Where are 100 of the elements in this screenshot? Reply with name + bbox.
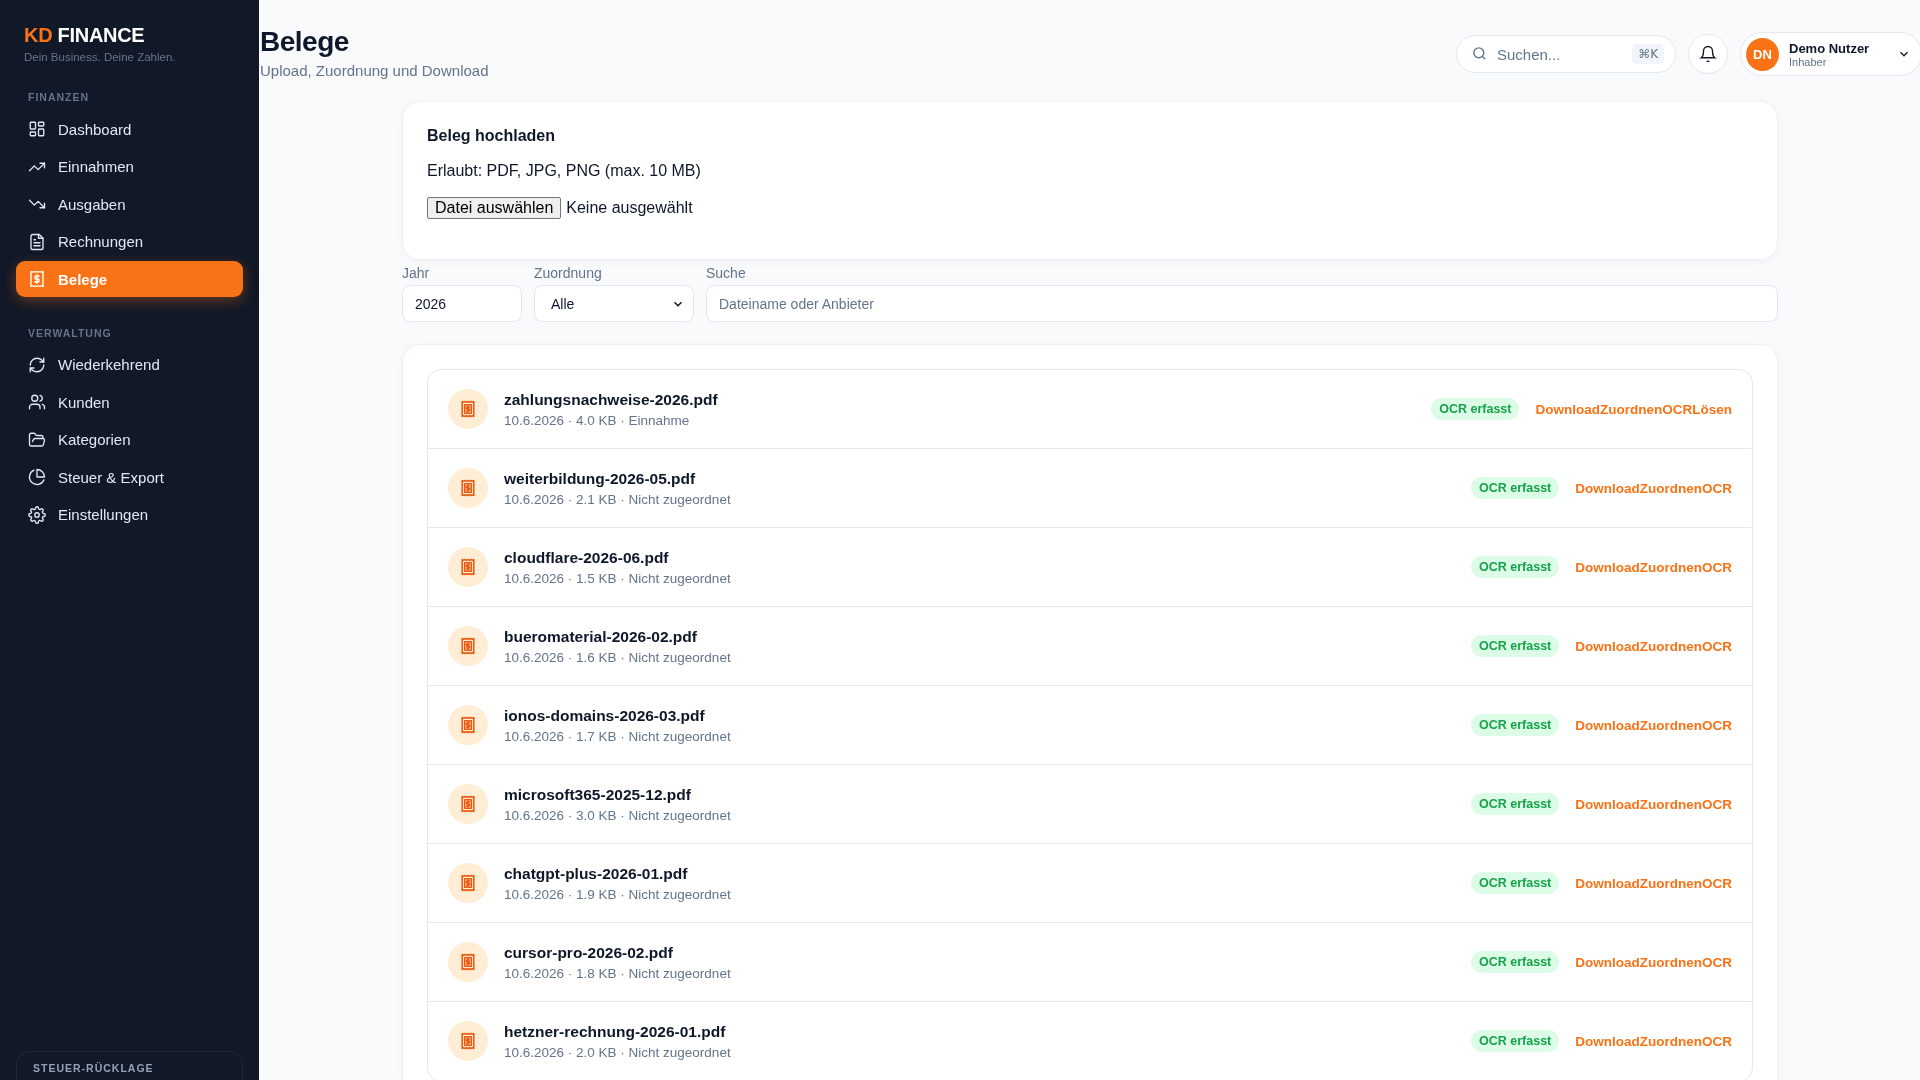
action-link[interactable]: OCR [1702,559,1732,575]
action-link[interactable]: OCR [1702,875,1732,891]
dashboard-icon [28,120,46,138]
file-name: chatgpt-plus-2026-01.pdf [504,864,689,883]
action-link[interactable]: Download [1575,796,1640,812]
nav-section-title: VERWALTUNG [27,326,113,339]
action-link[interactable]: Zuordnen [1639,717,1702,733]
action-link[interactable]: Zuordnen [1639,638,1702,654]
action-link[interactable]: Download [1575,480,1640,496]
sidebar-item[interactable]: Steuer & Export [16,459,243,495]
assignment-dropdown[interactable]: Alle [534,285,694,322]
file-name: hetzner-rechnung-2026-01.pdf [504,1022,727,1041]
file-name: microsoft365-2025-12.pdf [504,785,692,804]
receipt-icon [448,1021,488,1061]
shortcut-hint: ⌘K [1632,44,1664,64]
file-name: cursor-pro-2026-02.pdf [504,943,674,962]
pie-chart-icon [28,468,46,486]
bell-icon [1699,45,1717,63]
field-label: Jahr [402,265,430,281]
action-link[interactable]: Zuordnen [1639,796,1702,812]
receipt-icon [448,942,488,982]
status-badge: OCR erfasst [1471,556,1560,578]
action-link[interactable]: Download [1575,717,1640,733]
action-link[interactable]: OCR [1702,638,1732,654]
user-name: Demo Nutzer [1789,40,1871,56]
brand-logo: KD FINANCE [23,24,146,47]
action-link[interactable]: Download [1575,559,1640,575]
file-meta: 10.6.2026 · 1.6 KB · Nicht zugeordnet [504,649,732,665]
action-link[interactable]: Download [1535,401,1600,417]
action-link[interactable]: Zuordnen [1639,480,1702,496]
action-link[interactable]: Download [1575,1033,1640,1049]
settings-icon [28,505,46,524]
file-meta: 10.6.2026 · 3.0 KB · Nicht zugeordnet [504,807,732,823]
year-field[interactable]: 2026 [402,285,522,322]
users-icon [28,393,46,411]
action-link[interactable]: Download [1575,954,1640,970]
action-link[interactable]: Zuordnen [1600,401,1663,417]
status-badge: OCR erfasst [1471,793,1560,815]
action-link[interactable]: OCR [1662,401,1693,417]
action-link[interactable]: OCR [1702,954,1732,970]
receipt-icon [448,547,488,587]
sidebar-item[interactable]: Ausgaben [16,186,243,222]
field-label: Suche [706,265,746,281]
file-meta: 10.6.2026 · 1.7 KB · Nicht zugeordnet [504,728,732,744]
sidebar-item[interactable]: Einnahmen [16,148,243,185]
file-meta: 10.6.2026 · 1.5 KB · Nicht zugeordnet [504,570,732,586]
brand-tagline: Dein Business. Deine Zahlen. [23,51,177,63]
action-link[interactable]: Zuordnen [1639,559,1702,575]
notifications-button[interactable] [1688,34,1728,74]
status-badge: OCR erfasst [1471,872,1560,894]
action-link[interactable]: Lösen [1692,401,1732,417]
receipt-icon [448,784,488,824]
file-meta: 10.6.2026 · 1.8 KB · Nicht zugeordnet [504,965,732,981]
action-link[interactable]: Download [1575,638,1640,654]
user-menu[interactable]: DN Demo Nutzer Inhaber [1740,32,1920,76]
sidebar-item[interactable]: Dashboard [16,111,243,147]
status-badge: OCR erfasst [1471,714,1560,736]
choose-file-button[interactable]: Datei auswählen [427,197,562,219]
card-title: Beleg hochladen [427,127,557,145]
receipt-icon [448,863,488,903]
receipt-icon [448,705,488,745]
sidebar-item[interactable]: Belege [16,261,243,297]
sidebar-item[interactable]: Kategorien [16,421,243,458]
sidebar-item[interactable]: Wiederkehrend [16,346,243,383]
status-badge: OCR erfasst [1471,1030,1560,1052]
file-name: bueromaterial-2026-02.pdf [504,627,698,646]
field-label: Zuordnung [534,265,602,281]
file-meta: 10.6.2026 · 2.0 KB · Nicht zugeordnet [504,1044,732,1060]
search-icon [1471,45,1488,62]
file-name: zahlungsnachweise-2026.pdf [504,390,719,409]
status-badge: OCR erfasst [1431,398,1520,420]
receipt-icon [448,626,488,666]
sidebar-item[interactable]: Rechnungen [16,223,243,260]
file-meta: 10.6.2026 · 2.1 KB · Nicht zugeordnet [504,491,732,507]
refresh-icon [28,355,46,374]
page-subtitle: Upload, Zuordnung und Download [260,62,490,79]
sidebar-item[interactable]: Einstellungen [16,496,243,533]
action-link[interactable]: Zuordnen [1639,954,1702,970]
action-link[interactable]: OCR [1702,796,1732,812]
card-title: STEUER-RÜCKLAGE [33,1062,154,1074]
receipt-icon [448,468,488,508]
action-link[interactable]: OCR [1702,1033,1732,1049]
file-meta: 10.6.2026 · 4.0 KB · Einnahme [504,412,691,428]
receipt-icon [28,270,46,288]
nav-section-title: FINANZEN [27,91,91,103]
action-link[interactable]: Zuordnen [1639,875,1702,891]
action-link[interactable]: Download [1575,875,1640,891]
sidebar-item[interactable]: Kunden [16,384,243,420]
folder-icon [28,430,46,449]
file-name: weiterbildung-2026-05.pdf [504,469,697,488]
action-link[interactable]: OCR [1702,480,1732,496]
action-link[interactable]: OCR [1702,717,1732,733]
file-meta: 10.6.2026 · 1.9 KB · Nicht zugeordnet [504,886,732,902]
action-link[interactable]: Zuordnen [1639,1033,1702,1049]
file-name: ionos-domains-2026-03.pdf [504,706,706,725]
receipt-icon [448,389,488,429]
status-badge: OCR erfasst [1471,951,1560,973]
file-search-field[interactable]: Dateiname oder Anbieter [706,285,1778,322]
status-badge: OCR erfasst [1471,477,1560,499]
file-status: Keine ausgewählt [566,199,693,217]
